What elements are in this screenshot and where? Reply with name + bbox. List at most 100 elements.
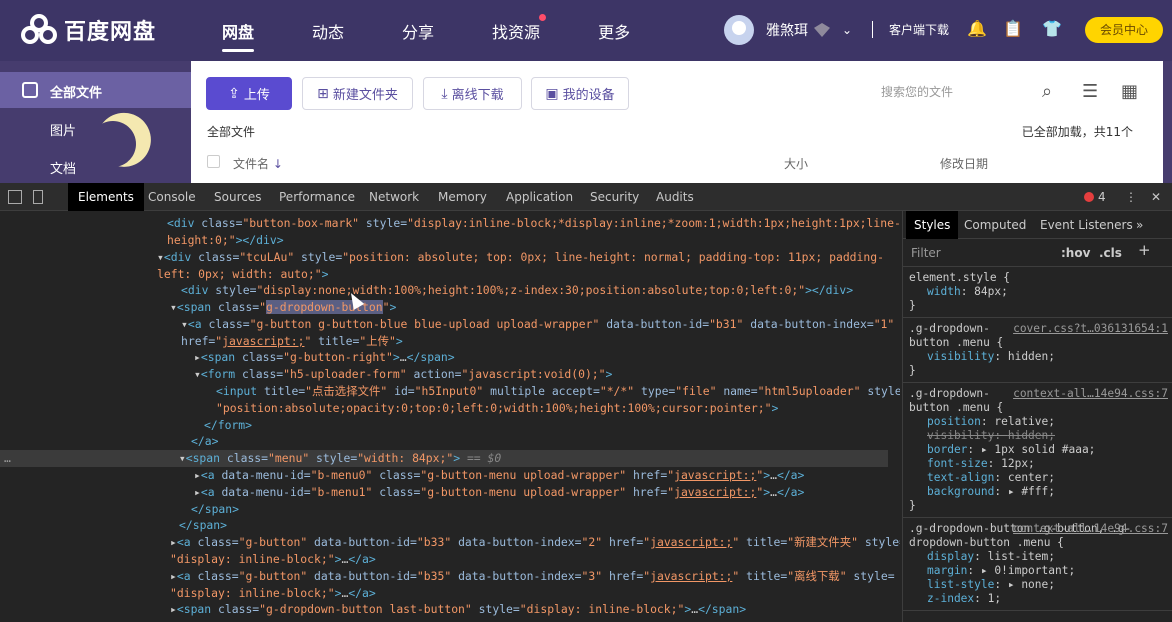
offline-download-button[interactable]: ⤓ 离线下载 bbox=[423, 77, 522, 110]
select-all-checkbox[interactable] bbox=[207, 155, 220, 168]
dom-line[interactable]: ▾<a class="g-button g-button-blue blue-u… bbox=[181, 316, 894, 333]
dom-line[interactable]: "display: inline-block;">…</a> bbox=[170, 551, 376, 568]
add-rule-icon[interactable]: + bbox=[1138, 243, 1151, 258]
dom-line[interactable]: "position:absolute;opacity:0;top:0;left:… bbox=[216, 400, 778, 417]
inspect-icon[interactable] bbox=[8, 190, 22, 204]
notification-dot bbox=[539, 14, 547, 21]
sort-icon[interactable]: ☰ bbox=[1082, 81, 1098, 102]
dom-line[interactable]: <div class="button-box-mark" style="disp… bbox=[167, 215, 900, 232]
dom-line[interactable]: </span> bbox=[179, 517, 227, 534]
tab-application[interactable]: Application bbox=[506, 190, 573, 204]
rule-source-link[interactable]: cover.css?t…036131654:1 bbox=[1013, 322, 1168, 336]
sidebar-item-images[interactable]: 图片 bbox=[50, 120, 76, 139]
dom-line[interactable]: ▸<span class="g-dropdown-button last-but… bbox=[170, 601, 746, 618]
nav-item-activity[interactable]: 动态 bbox=[298, 0, 358, 61]
property-value: center; bbox=[1007, 471, 1055, 484]
tab-styles[interactable]: Styles bbox=[906, 211, 959, 239]
avatar[interactable] bbox=[724, 15, 754, 45]
tab-memory[interactable]: Memory bbox=[438, 190, 487, 204]
property-name: visibility bbox=[927, 429, 995, 442]
offline-download-label: 离线下载 bbox=[451, 88, 504, 103]
column-name-label: 文件名 bbox=[233, 157, 270, 171]
column-header-size[interactable]: 大小 bbox=[784, 155, 808, 172]
tab-sources[interactable]: Sources bbox=[214, 190, 261, 204]
close-icon[interactable]: ✕ bbox=[1151, 190, 1161, 204]
upload-button[interactable]: ⇪ 上传 bbox=[206, 77, 292, 110]
rule-source-link[interactable]: context-all…14e94.css:7 bbox=[1013, 387, 1168, 401]
grid-view-icon[interactable]: ▦ bbox=[1121, 81, 1138, 102]
rule-source-link[interactable]: context-all…14e94.css:7 bbox=[1013, 522, 1168, 536]
dom-line[interactable]: ▾<form class="h5-uploader-form" action="… bbox=[194, 366, 612, 383]
new-folder-button[interactable]: ⊞ 新建文件夹 bbox=[302, 77, 413, 110]
clipboard-icon[interactable]: 📋 bbox=[1003, 19, 1023, 39]
tab-event-listeners[interactable]: Event Listeners bbox=[1040, 218, 1133, 232]
css-property: visibility: hidden; bbox=[927, 350, 1055, 363]
sidebar-item-documents[interactable]: 文档 bbox=[50, 158, 76, 177]
style-rule[interactable]: .g-dropdown-button .menu { cover.css?t…0… bbox=[903, 318, 1172, 383]
user-menu[interactable]: 雅煞珥 ⌄ bbox=[724, 15, 852, 45]
tab-computed[interactable]: Computed bbox=[964, 218, 1026, 232]
tab-console[interactable]: Console bbox=[148, 190, 196, 204]
device-toolbar-icon[interactable] bbox=[33, 190, 43, 204]
dom-line[interactable]: ▸<a class="g-button" data-button-id="b33… bbox=[170, 534, 900, 551]
dom-line[interactable]: </form> bbox=[204, 417, 252, 434]
dom-line[interactable]: left: 0px; width: auto;"> bbox=[157, 266, 328, 283]
style-rule[interactable]: .g-dropdown-button .menu { context-all…1… bbox=[903, 383, 1172, 518]
my-devices-button[interactable]: ▣ 我的设备 bbox=[531, 77, 629, 110]
property-value: hidden; bbox=[1007, 429, 1055, 442]
more-tabs-icon[interactable]: » bbox=[1136, 218, 1143, 232]
style-rule[interactable]: element.style { width: 84px; } bbox=[903, 267, 1172, 318]
tab-security[interactable]: Security bbox=[590, 190, 639, 204]
tab-performance[interactable]: Performance bbox=[279, 190, 355, 204]
chevron-down-icon[interactable]: ⌄ bbox=[842, 23, 852, 37]
property-name: width bbox=[927, 285, 961, 298]
column-header-name[interactable]: 文件名 ↓ bbox=[233, 155, 283, 172]
dom-line[interactable]: ▸<a data-menu-id="b-menu0" class="g-butt… bbox=[194, 467, 804, 484]
dom-line[interactable]: "display: inline-block;">…</a> bbox=[170, 585, 376, 602]
style-rule[interactable]: .g-dropdown-button .g-button, .g-dropdow… bbox=[903, 518, 1172, 611]
dom-line[interactable]: height:0;"></div> bbox=[167, 232, 284, 249]
property-value: ▸ 1px solid #aaa; bbox=[980, 443, 1096, 456]
search-icon[interactable]: ⌕ bbox=[1042, 81, 1052, 102]
nav-item-netdisk[interactable]: 网盘 bbox=[208, 0, 268, 61]
dom-line-selected[interactable]: … ▾<span class="menu" style="width: 84px;… bbox=[0, 450, 888, 467]
property-name: text-align bbox=[927, 471, 995, 484]
top-navigation-bar: 百度网盘 网盘 动态 分享 找资源 更多 雅煞珥 ⌄ 客户端下载 🔔 📋 👕 会… bbox=[0, 0, 1172, 61]
member-center-button[interactable]: 会员中心 bbox=[1085, 17, 1163, 43]
search-input[interactable]: 搜索您的文件 bbox=[881, 83, 1061, 100]
nav-item-find-resources[interactable]: 找资源 bbox=[478, 0, 554, 61]
bell-icon[interactable]: 🔔 bbox=[967, 19, 987, 39]
dom-line[interactable]: ▸<a class="g-button" data-button-id="b35… bbox=[170, 568, 895, 585]
property-value: 1; bbox=[987, 592, 1002, 605]
dom-line[interactable]: <input title="点击选择文件" id="h5Input0" mult… bbox=[216, 383, 900, 400]
sidebar-item-all-files[interactable]: 全部文件 bbox=[0, 72, 191, 108]
dom-line[interactable]: ▾<div class="tcuLAu" style="position: ab… bbox=[157, 249, 884, 266]
hov-toggle[interactable]: :hov bbox=[1061, 246, 1090, 260]
tab-network[interactable]: Network bbox=[369, 190, 419, 204]
dom-line[interactable]: <div style="display:none;width:100%;heig… bbox=[181, 282, 853, 299]
dom-line[interactable]: href="javascript:;" title="上传"> bbox=[181, 333, 403, 350]
column-header-modified[interactable]: 修改日期 bbox=[940, 155, 988, 172]
nav-item-share[interactable]: 分享 bbox=[388, 0, 448, 61]
client-download-link[interactable]: 客户端下载 bbox=[872, 21, 949, 38]
nav-item-more[interactable]: 更多 bbox=[584, 0, 644, 61]
more-options-icon[interactable]: ⋮ bbox=[1125, 190, 1137, 204]
dom-line[interactable]: </span> bbox=[191, 501, 239, 518]
tab-audits[interactable]: Audits bbox=[656, 190, 694, 204]
elements-tree: <div class="button-box-mark" style="disp… bbox=[0, 211, 900, 622]
dom-line[interactable]: ▸<span class="g-button-right">…</span> bbox=[194, 349, 455, 366]
property-name: z-index bbox=[927, 592, 975, 605]
device-icon: ▣ bbox=[545, 85, 559, 102]
property-value: ▸ #fff; bbox=[1007, 485, 1055, 498]
shirt-icon[interactable]: 👕 bbox=[1042, 19, 1062, 39]
breadcrumb[interactable]: 全部文件 bbox=[207, 123, 255, 140]
upload-icon: ⇪ bbox=[228, 85, 240, 102]
property-name: list-style bbox=[927, 578, 995, 591]
cls-toggle[interactable]: .cls bbox=[1099, 246, 1122, 260]
dom-line[interactable]: </a> bbox=[191, 433, 218, 450]
error-counter[interactable]: 4 bbox=[1084, 190, 1106, 204]
tab-elements[interactable]: Elements bbox=[68, 183, 144, 211]
dom-line[interactable]: ▸<a data-menu-id="b-menu1" class="g-butt… bbox=[194, 484, 804, 501]
filter-input[interactable]: Filter bbox=[911, 246, 941, 260]
logo[interactable]: 百度网盘 bbox=[18, 14, 156, 46]
